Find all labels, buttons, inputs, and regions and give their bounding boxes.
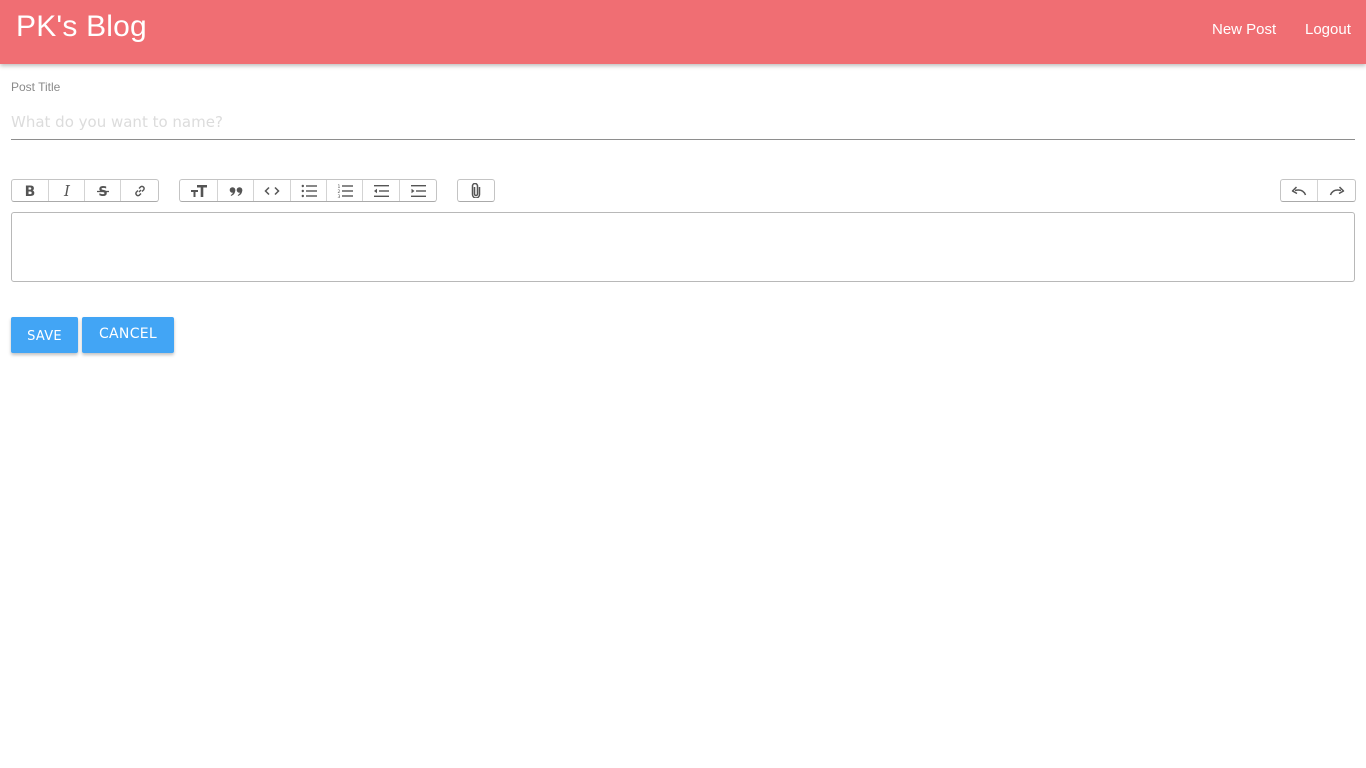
post-title-input[interactable] — [11, 104, 1355, 140]
italic-button[interactable]: I — [49, 180, 85, 201]
numbered-list-button[interactable]: 1 2 3 — [327, 180, 363, 201]
bullet-list-button[interactable] — [291, 180, 327, 201]
bold-icon: B — [25, 184, 36, 198]
italic-icon: I — [63, 184, 71, 198]
bold-button[interactable]: B — [12, 180, 49, 201]
quote-icon — [229, 186, 242, 196]
decrease-indent-icon — [374, 184, 389, 197]
toolbar-history-group — [1280, 179, 1356, 202]
strikethrough-icon: S — [96, 185, 109, 198]
logout-link[interactable]: Logout — [1305, 21, 1351, 38]
attach-file-button[interactable] — [458, 180, 494, 201]
code-icon — [264, 186, 280, 195]
new-post-link[interactable]: New Post — [1212, 21, 1276, 38]
redo-button[interactable] — [1318, 180, 1355, 201]
increase-indent-button[interactable] — [400, 180, 436, 201]
post-body-editor[interactable] — [11, 212, 1355, 282]
paperclip-icon — [471, 183, 481, 198]
redo-icon — [1329, 185, 1344, 195]
numbered-list-icon: 1 2 3 — [337, 184, 353, 198]
cancel-button[interactable]: Cancel — [82, 317, 174, 353]
increase-indent-icon — [411, 184, 426, 197]
bullet-list-icon — [301, 184, 317, 197]
heading-icon — [190, 184, 207, 197]
quote-button[interactable] — [218, 180, 254, 201]
decrease-indent-button[interactable] — [363, 180, 400, 201]
link-button[interactable] — [121, 180, 158, 201]
svg-text:B: B — [25, 184, 36, 198]
strikethrough-button[interactable]: S — [85, 180, 121, 201]
svg-text:3: 3 — [337, 194, 340, 198]
save-button[interactable]: Save — [11, 317, 78, 353]
code-button[interactable] — [254, 180, 291, 201]
toolbar-attachments-group — [457, 179, 495, 202]
heading-button[interactable] — [180, 180, 218, 201]
svg-text:I: I — [63, 184, 71, 198]
toolbar-text-format-group: B I S — [11, 179, 159, 202]
post-title-label: Post Title — [11, 80, 61, 94]
blog-title[interactable]: PK's Blog — [16, 10, 147, 44]
undo-icon — [1291, 185, 1307, 195]
link-icon — [134, 185, 145, 196]
undo-button[interactable] — [1281, 180, 1318, 201]
app-header: PK's Blog New Post Logout — [0, 0, 1366, 64]
toolbar-block-format-group: 1 2 3 — [179, 179, 437, 202]
